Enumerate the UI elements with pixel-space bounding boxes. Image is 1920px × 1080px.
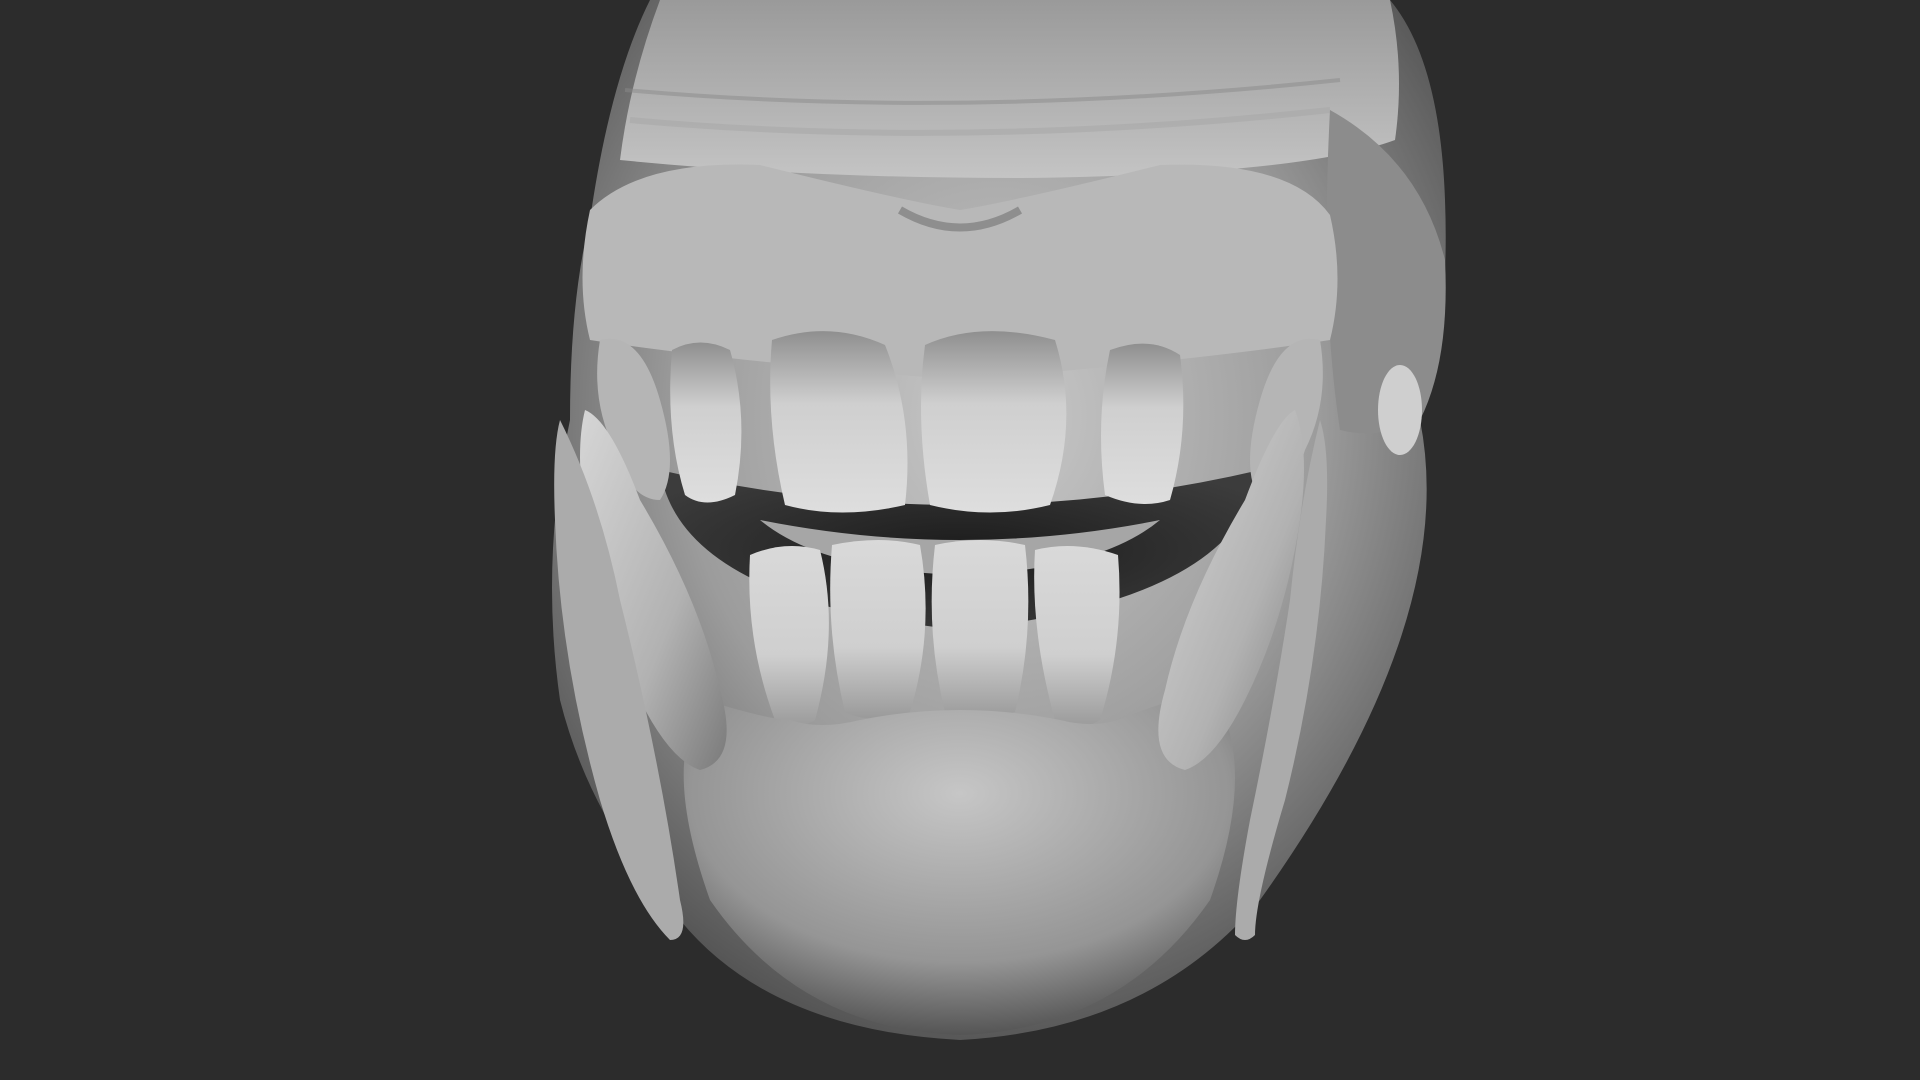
viewport-canvas[interactable] (0, 0, 1920, 1080)
upper-incisor-3 (921, 331, 1067, 513)
skull-top (620, 0, 1399, 178)
lower-incisor-2 (830, 540, 926, 719)
sculpt-render (552, 0, 1446, 1040)
lower-incisor-3 (931, 540, 1029, 719)
upper-incisor-2 (770, 331, 908, 513)
upper-incisor-1 (670, 342, 742, 503)
upper-incisor-4 (1101, 343, 1184, 504)
